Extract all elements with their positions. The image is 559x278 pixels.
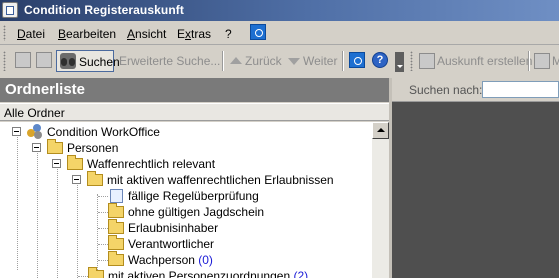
report-icon (419, 53, 435, 69)
tree-item-faellige-regelueberpruefung[interactable]: fällige Regelüberprüfung (92, 188, 342, 204)
tree-item-label: mit aktiven Personenzuordnungen (108, 269, 291, 278)
tree-item-personen[interactable]: Personen (32, 139, 232, 156)
toolbar-separator (528, 51, 530, 71)
toolbar-grip-icon[interactable] (3, 51, 6, 71)
query-document-icon (110, 189, 123, 203)
search-label: Suchen nach: (409, 83, 483, 97)
menu-help[interactable]: ? (225, 27, 232, 41)
app-icon[interactable] (2, 2, 18, 18)
binoculars-icon (60, 53, 76, 69)
all-folders-header[interactable]: Alle Ordner (0, 103, 389, 121)
tree-item-ohne-jagdschein[interactable]: ohne gültigen Jagdschein (92, 203, 342, 220)
forward-button[interactable]: Weiter (286, 50, 338, 72)
tree-connector (78, 276, 88, 277)
collapse-icon[interactable] (12, 127, 21, 136)
search-strip: Suchen nach: (392, 78, 559, 102)
item-count: (2) (293, 269, 309, 278)
back-button[interactable]: Zurück (228, 50, 282, 72)
toolbar2-grip-icon[interactable] (410, 51, 413, 71)
folder-icon (108, 219, 124, 234)
results-panel: Suchen nach: (392, 78, 559, 278)
tree-connector (98, 212, 108, 213)
toolbar-overflow-chevron-icon[interactable] (395, 52, 404, 72)
more-button[interactable]: Mi (533, 50, 559, 72)
window-title: Condition Registerauskunft (24, 3, 184, 17)
tree-connector (57, 162, 58, 278)
menu-bearbeiten[interactable]: Bearbeiten (58, 27, 116, 41)
scroll-up-icon[interactable] (372, 122, 389, 139)
folder-icon (67, 155, 83, 170)
advanced-search-button[interactable]: Erweiterte Suche... (119, 50, 220, 72)
tree-connector (17, 130, 18, 270)
folder-icon (108, 203, 124, 218)
item-count: (0) (198, 253, 213, 267)
menubar-grip-icon[interactable] (3, 25, 6, 41)
toolbar-separator (222, 51, 224, 71)
search-input[interactable] (482, 81, 559, 98)
tree-connector (98, 260, 108, 261)
workoffice-icon (27, 124, 43, 139)
tree-item-condition-workoffice[interactable]: Condition WorkOffice (12, 124, 212, 140)
tree-item-aktive-erlaubnisse[interactable]: mit aktiven waffenrechtlichen Erlaubniss… (72, 171, 372, 188)
tree-connector (98, 196, 108, 197)
teamviewer-icon[interactable] (250, 24, 266, 40)
menu-extras[interactable]: Extras (177, 27, 211, 41)
collapse-icon[interactable] (52, 159, 61, 168)
new-record-icon[interactable] (15, 52, 31, 68)
create-report-button[interactable]: Auskunft erstellen (418, 50, 532, 72)
print-icon[interactable] (36, 52, 52, 68)
folder-icon (88, 267, 104, 278)
tree-connector (37, 146, 38, 278)
folder-panel: Ordnerliste Alle Ordner Condition WorkOf… (0, 78, 389, 278)
folder-icon (87, 171, 103, 186)
folder-icon (108, 235, 124, 250)
forward-arrow-icon (288, 58, 300, 65)
toolbar: Suchen Erweiterte Suche... Zurück Weiter… (0, 46, 559, 75)
help-icon[interactable]: ? (372, 52, 388, 68)
folder-icon (47, 139, 63, 154)
tree-connector (98, 228, 108, 229)
tree-item-wachperson[interactable]: Wachperson (0) (92, 251, 342, 268)
tree-connector (77, 178, 78, 278)
tree-connector (98, 244, 108, 245)
menu-datei[interactable]: Datei (17, 27, 45, 41)
folder-tree: Condition WorkOffice Personen Waffenrech… (0, 122, 372, 278)
tree-item-personenzuordnungen[interactable]: mit aktiven Personenzuordnungen (2) (72, 267, 372, 278)
title-bar: Condition Registerauskunft (0, 0, 559, 21)
folder-panel-header: Ordnerliste (0, 78, 389, 102)
tree-scrollbar[interactable] (372, 122, 389, 278)
collapse-icon[interactable] (32, 143, 41, 152)
tree-item-verantwortlicher[interactable]: Verantwortlicher (92, 235, 342, 252)
menu-ansicht[interactable]: Ansicht (127, 27, 166, 41)
tree-item-waffenrechtlich-relevant[interactable]: Waffenrechtlich relevant (52, 155, 272, 172)
search-button[interactable]: Suchen (56, 50, 120, 72)
more-icon (534, 53, 550, 69)
folder-icon (108, 251, 124, 266)
toolbar-separator (342, 51, 344, 71)
tree-item-label: Wachperson (128, 253, 195, 267)
back-arrow-icon (230, 57, 242, 64)
collapse-icon[interactable] (72, 175, 81, 184)
remote-support-icon[interactable] (349, 52, 365, 68)
tree-item-erlaubnisinhaber[interactable]: Erlaubnisinhaber (92, 219, 342, 236)
menu-bar: Datei Bearbeiten Ansicht Extras ? (0, 21, 559, 45)
